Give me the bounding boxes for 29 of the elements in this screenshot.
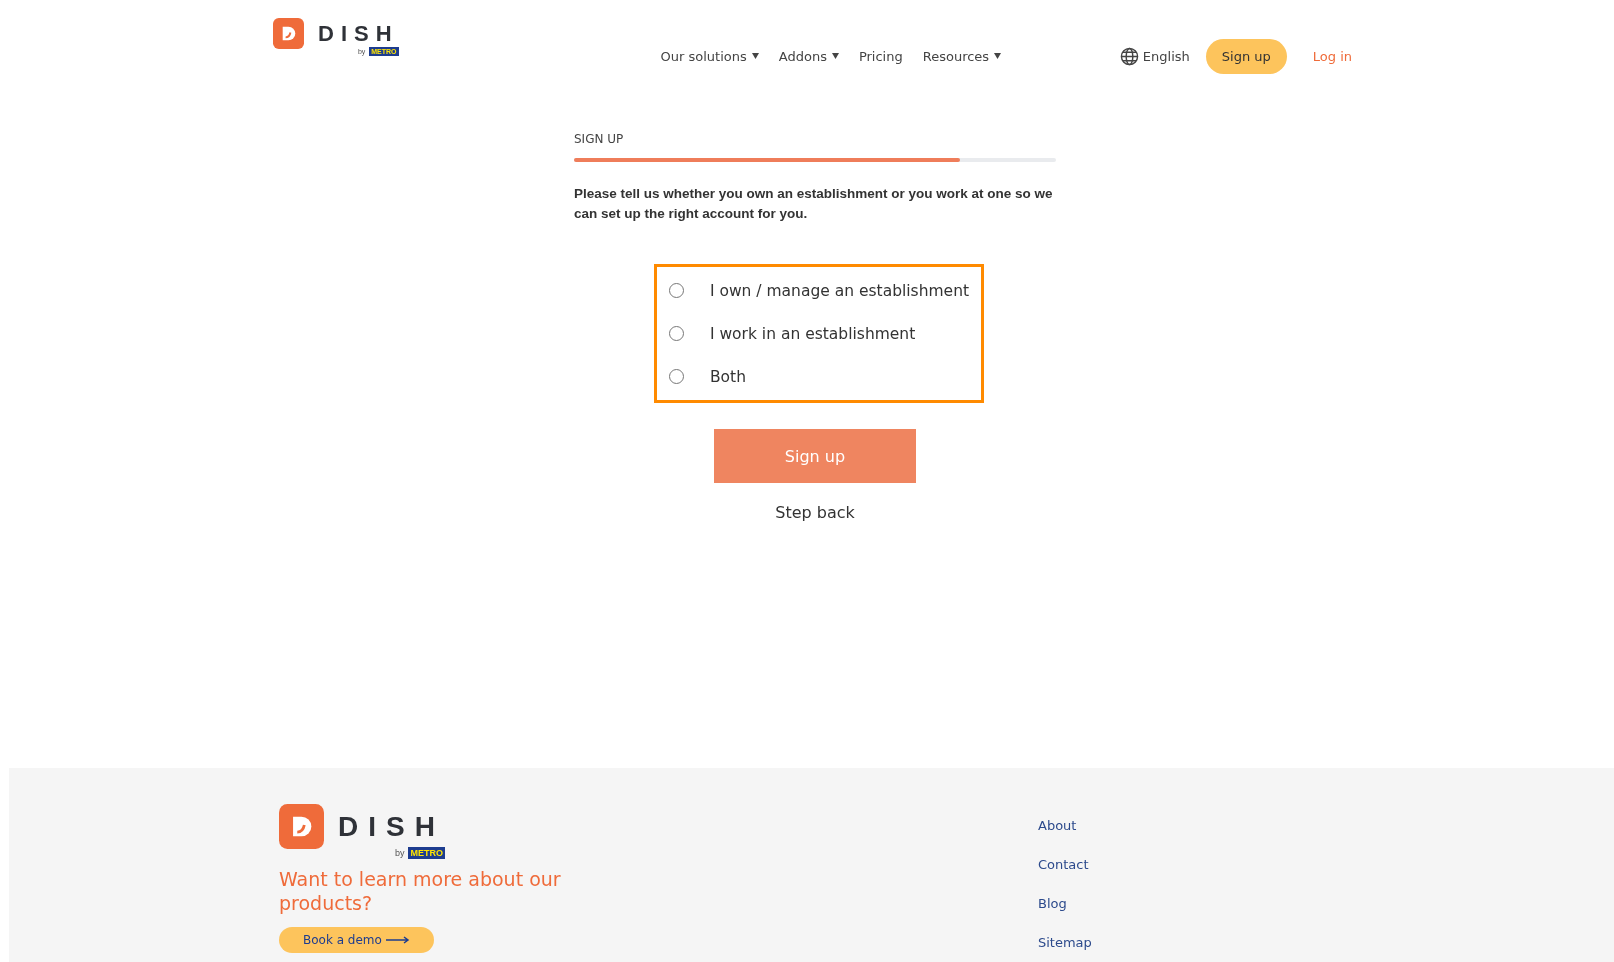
radio-button[interactable]	[668, 369, 684, 384]
dish-logo-icon	[273, 18, 304, 49]
footer-link[interactable]: Contact	[1038, 857, 1092, 872]
radio-label[interactable]: I own / manage an establishment	[709, 281, 970, 300]
radio-label[interactable]: I work in an establishment	[709, 324, 916, 343]
globe-icon	[1119, 46, 1139, 66]
nav-link[interactable]: Resources	[922, 48, 1002, 64]
prompt-text: Please tell us whether you own an establishment or you work at one so we can set up the right account for you.	[574, 185, 1054, 223]
footer-link[interactable]: Sitemap	[1038, 935, 1092, 950]
step-back-link[interactable]: Step back	[775, 503, 855, 522]
sign-up-button[interactable]: Sign up	[1205, 38, 1287, 74]
logo-wordmark: DISH	[338, 810, 445, 843]
radio-button[interactable]	[668, 283, 684, 298]
dish-logo-icon	[279, 804, 324, 849]
radio-button[interactable]	[668, 326, 684, 341]
footer-link[interactable]: Blog	[1038, 896, 1092, 911]
logo-wordmark: DISH	[318, 20, 399, 47]
footer-link[interactable]: About	[1038, 818, 1092, 833]
book-demo-button[interactable]: Book a demo	[279, 927, 434, 953]
logo-by-text: by	[394, 848, 405, 858]
nav-link[interactable]: Addons	[778, 48, 839, 64]
language-selector[interactable]: English	[1119, 46, 1190, 66]
step-title: SIGN UP	[574, 132, 625, 146]
footer-heading: Want to learn more about our products?	[279, 867, 562, 915]
radio-label[interactable]: Both	[709, 367, 746, 386]
nav-link[interactable]: Our solutions	[660, 48, 759, 64]
nav-link[interactable]: Pricing	[858, 48, 903, 64]
arrow-icon	[385, 936, 410, 944]
partner-logo: METRO	[408, 847, 445, 859]
